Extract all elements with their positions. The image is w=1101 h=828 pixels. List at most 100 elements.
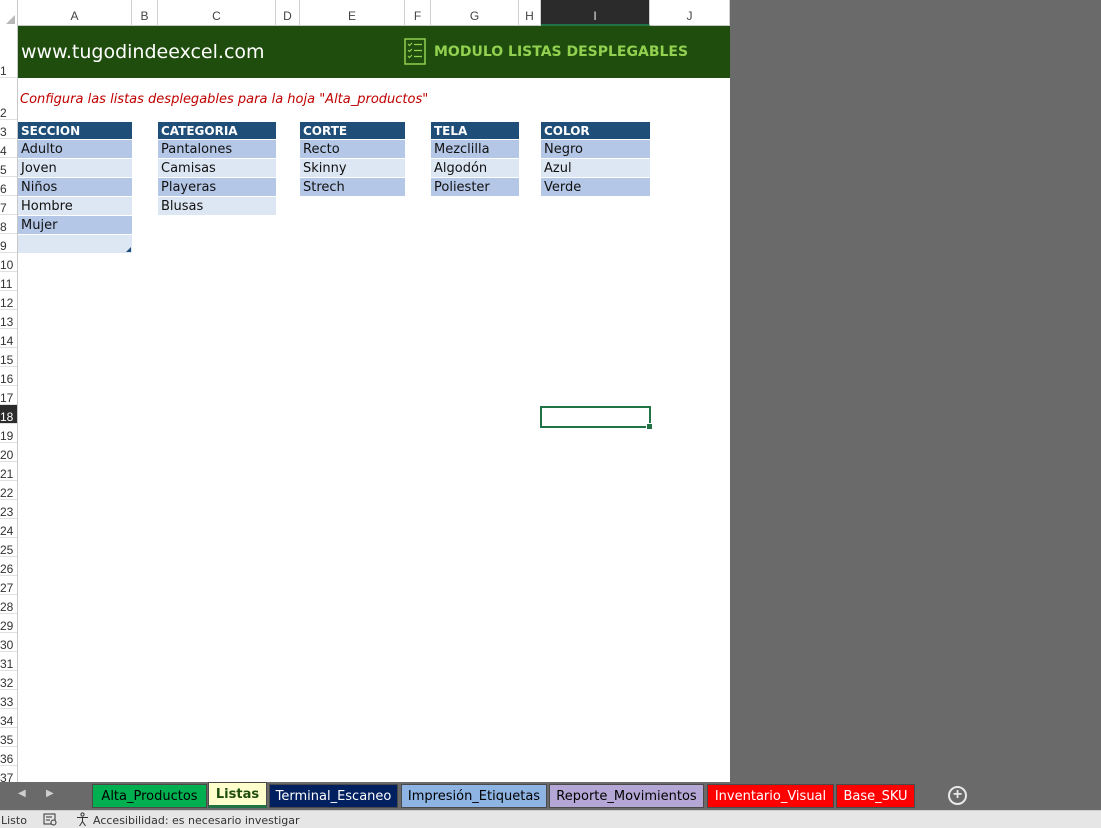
list-header[interactable]: CORTE (300, 122, 405, 140)
status-ready-text: Listo (1, 814, 27, 827)
list-header[interactable]: SECCION (18, 122, 132, 140)
plus-circle-icon[interactable]: + (948, 786, 967, 805)
row-header[interactable]: 10 (0, 253, 17, 272)
row-header[interactable]: 31 (0, 652, 17, 671)
row-header[interactable]: 28 (0, 595, 17, 614)
list-tela: TELA Mezclilla Algodón Poliester (431, 122, 519, 197)
tab-scroll-left-icon[interactable]: ◀ (18, 788, 26, 799)
column-header-i[interactable]: I (541, 0, 650, 26)
macro-recording-icon[interactable] (43, 813, 57, 826)
row-header[interactable]: 14 (0, 329, 17, 348)
column-header-c[interactable]: C (158, 0, 276, 26)
list-item[interactable]: Verde (541, 178, 650, 197)
site-url: www.tugodindeexcel.com (21, 41, 265, 63)
column-header-h[interactable]: H (519, 0, 541, 26)
row-header[interactable]: 30 (0, 633, 17, 652)
row-header[interactable]: 29 (0, 614, 17, 633)
row-header[interactable]: 17 (0, 386, 17, 405)
worksheet-grid[interactable]: www.tugodindeexcel.com MODULO LISTAS DES… (18, 26, 730, 782)
column-header-e[interactable]: E (300, 0, 405, 26)
row-header[interactable]: 18 (0, 405, 17, 424)
column-header-f[interactable]: F (405, 0, 431, 26)
row-header[interactable]: 26 (0, 557, 17, 576)
list-item[interactable]: Mezclilla (431, 140, 519, 159)
checklist-icon (404, 38, 426, 65)
instructions-text: Configura las listas desplegables para l… (20, 92, 429, 107)
table-resize-handle[interactable] (126, 247, 131, 252)
row-header[interactable]: 23 (0, 500, 17, 519)
row-header[interactable]: 22 (0, 481, 17, 500)
column-header-g[interactable]: G (431, 0, 519, 26)
row-header[interactable]: 32 (0, 671, 17, 690)
row-header[interactable]: 33 (0, 690, 17, 709)
row-header[interactable]: 19 (0, 424, 17, 443)
list-item[interactable]: Strech (300, 178, 405, 197)
row-header[interactable]: 12 (0, 291, 17, 310)
row-header[interactable]: 16 (0, 367, 17, 386)
excel-window: A B C D E F G H I J 1 2 3 4 5 6 7 8 9 10 11 12 13 14 1… (0, 0, 1101, 828)
sheet-tab-base-sku[interactable]: Base_SKU (836, 784, 915, 808)
list-item[interactable] (18, 235, 132, 254)
list-item[interactable]: Hombre (18, 197, 132, 216)
list-item[interactable]: Azul (541, 159, 650, 178)
list-item[interactable]: Skinny (300, 159, 405, 178)
row-header[interactable]: 25 (0, 538, 17, 557)
list-item[interactable]: Pantalones (158, 140, 276, 159)
list-item[interactable]: Negro (541, 140, 650, 159)
row-header[interactable]: 8 (0, 215, 17, 234)
row-header[interactable]: 9 (0, 234, 17, 253)
tab-scroll-right-icon[interactable]: ▶ (46, 788, 54, 799)
column-header-a[interactable]: A (18, 0, 132, 26)
row-header[interactable]: 36 (0, 747, 17, 766)
status-bar: Listo Accesibilidad: es necesario invest… (0, 810, 1101, 828)
row-header[interactable]: 5 (0, 158, 17, 177)
list-item[interactable]: Mujer (18, 216, 132, 235)
row-header[interactable]: 37 (0, 766, 17, 782)
row-header[interactable]: 7 (0, 196, 17, 215)
list-item[interactable]: Adulto (18, 140, 132, 159)
list-item[interactable]: Joven (18, 159, 132, 178)
list-item[interactable]: Algodón (431, 159, 519, 178)
list-item[interactable]: Blusas (158, 197, 276, 216)
row-header[interactable]: 15 (0, 348, 17, 367)
row-header[interactable]: 21 (0, 462, 17, 481)
sheet-tab-inventario-visual[interactable]: Inventario_Visual (707, 784, 834, 808)
row-header[interactable]: 27 (0, 576, 17, 595)
row-header[interactable]: 1 (0, 26, 17, 78)
module-title: MODULO LISTAS DESPLEGABLES (434, 44, 689, 60)
list-header[interactable]: CATEGORIA (158, 122, 276, 140)
sheet-tab-listas[interactable]: Listas (208, 782, 267, 808)
column-header-b[interactable]: B (132, 0, 158, 26)
list-item[interactable]: Niños (18, 178, 132, 197)
row-header[interactable]: 6 (0, 177, 17, 196)
sheet-tab-alta-productos[interactable]: Alta_Productos (92, 784, 207, 808)
column-header-bar: A B C D E F G H I J (0, 0, 730, 26)
accessibility-icon[interactable] (75, 812, 90, 827)
list-item[interactable]: Playeras (158, 178, 276, 197)
row-header[interactable]: 11 (0, 272, 17, 291)
row-header[interactable]: 20 (0, 443, 17, 462)
list-header[interactable]: COLOR (541, 122, 650, 140)
row-header[interactable]: 2 (0, 78, 17, 120)
list-header[interactable]: TELA (431, 122, 519, 140)
list-item[interactable]: Poliester (431, 178, 519, 197)
list-categoria: CATEGORIA Pantalones Camisas Playeras Bl… (158, 122, 276, 216)
row-header[interactable]: 4 (0, 139, 17, 158)
accessibility-status-text[interactable]: Accesibilidad: es necesario investigar (93, 814, 300, 827)
select-all-button[interactable] (0, 0, 18, 26)
sheet-tab-reporte-movimientos[interactable]: Reporte_Movimientos (549, 784, 704, 808)
row-header[interactable]: 3 (0, 120, 17, 139)
row-header[interactable]: 24 (0, 519, 17, 538)
sheet-tab-bar: ◀ ▶ Alta_Productos Listas Terminal_Escan… (0, 782, 1101, 810)
list-item[interactable]: Recto (300, 140, 405, 159)
sheet-tab-impresion-etiquetas[interactable]: Impresión_Etiquetas (401, 784, 547, 808)
row-header[interactable]: 35 (0, 728, 17, 747)
row-header[interactable]: 34 (0, 709, 17, 728)
column-header-d[interactable]: D (276, 0, 300, 26)
list-corte: CORTE Recto Skinny Strech (300, 122, 405, 197)
active-cell-selection[interactable] (540, 406, 653, 430)
sheet-tab-terminal-escaneo[interactable]: Terminal_Escaneo (269, 784, 398, 808)
column-header-j[interactable]: J (650, 0, 730, 26)
row-header[interactable]: 13 (0, 310, 17, 329)
list-item[interactable]: Camisas (158, 159, 276, 178)
